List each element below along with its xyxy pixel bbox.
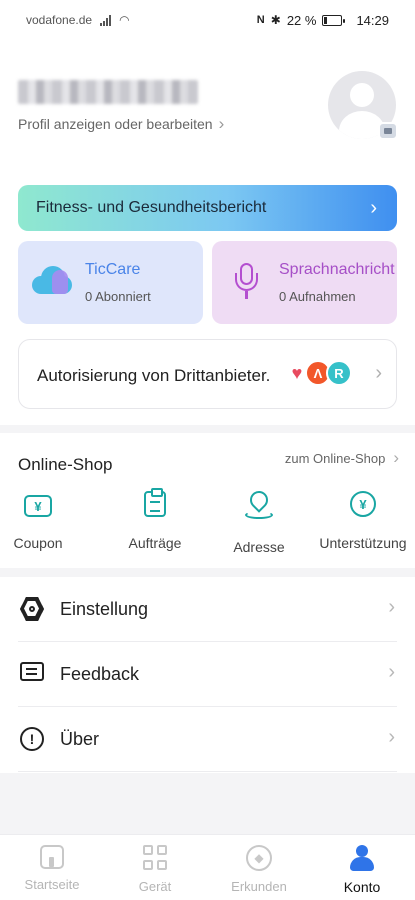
ticcare-card[interactable]: TicCare 0 Abonniert bbox=[18, 241, 203, 324]
online-shop-title: Online-Shop bbox=[18, 455, 113, 474]
profile-header[interactable]: ████████████ Profil anzeigen oder bearbe… bbox=[0, 40, 415, 175]
account-icon bbox=[349, 845, 375, 871]
status-right: N ✱ 22 % 14:29 bbox=[257, 13, 389, 28]
cloud-icon bbox=[32, 266, 72, 296]
coupon-icon: ¥ bbox=[24, 495, 52, 517]
support-icon: ¥ bbox=[350, 491, 376, 517]
list-item-about[interactable]: ! Über › bbox=[18, 707, 397, 772]
clock: 14:29 bbox=[356, 12, 389, 28]
carrier-name: vodafone.de bbox=[26, 13, 93, 27]
device-icon bbox=[143, 845, 167, 871]
nav-label: Erkunden bbox=[231, 879, 287, 894]
fitness-report-label: Fitness- und Gesundheitsbericht bbox=[36, 199, 267, 216]
address-icon bbox=[244, 487, 274, 521]
camera-icon[interactable] bbox=[378, 122, 398, 140]
authorization-label: Autorisierung von Drittanbieter. bbox=[37, 366, 271, 385]
chevron-right-icon: › bbox=[388, 726, 395, 748]
shop-item-coupon[interactable]: ¥ Coupon bbox=[0, 491, 88, 551]
list-item-label: Einstellung bbox=[60, 599, 149, 619]
feedback-icon bbox=[20, 662, 44, 681]
settings-list: Einstellung › Feedback › ! Über › bbox=[0, 577, 415, 773]
battery-percent: 22 % bbox=[286, 12, 317, 28]
voice-message-title: Sprachnachricht bbox=[279, 261, 395, 278]
compass-icon: ◆ bbox=[246, 845, 272, 871]
list-item-feedback[interactable]: Feedback › bbox=[18, 642, 397, 707]
nav-item-device[interactable]: Gerät bbox=[105, 845, 205, 894]
nav-label: Gerät bbox=[138, 879, 172, 894]
chevron-right-icon: › bbox=[388, 661, 395, 683]
nav-item-account[interactable]: Konto bbox=[312, 845, 412, 895]
nav-item-explore[interactable]: ◆ Erkunden bbox=[209, 845, 309, 894]
bluetooth-icon: ✱ bbox=[270, 13, 281, 27]
online-shop-link[interactable]: zum Online-Shop › bbox=[285, 448, 399, 468]
nav-label: Startseite bbox=[24, 877, 80, 892]
chevron-right-icon: › bbox=[388, 596, 395, 618]
nfc-icon: N bbox=[256, 14, 265, 26]
microphone-icon bbox=[234, 263, 260, 303]
signal-icon bbox=[100, 14, 112, 26]
list-item-label: Feedback bbox=[60, 664, 140, 684]
shop-item-label: Coupon bbox=[13, 535, 63, 551]
chevron-right-icon: › bbox=[370, 196, 377, 219]
third-party-authorization[interactable]: Autorisierung von Drittanbieter. ♥ Λ R › bbox=[18, 339, 397, 409]
fitness-report-banner[interactable]: Fitness- und Gesundheitsbericht › bbox=[18, 185, 397, 231]
profile-edit-link[interactable]: Profil anzeigen oder bearbeiten › bbox=[18, 114, 224, 134]
shop-item-label: Aufträge bbox=[128, 535, 182, 551]
shop-item-label: Unterstützung bbox=[319, 535, 407, 551]
online-shop-section: Online-Shop zum Online-Shop › ¥ Coupon A… bbox=[0, 433, 415, 568]
ticcare-subtitle: 0 Abonniert bbox=[85, 289, 151, 304]
relive-icon: R bbox=[326, 360, 352, 386]
orders-icon bbox=[144, 488, 166, 517]
feature-cards: Fitness- und Gesundheitsbericht › TicCar… bbox=[0, 175, 415, 425]
shop-item-support[interactable]: ¥ Unterstützung bbox=[313, 491, 413, 551]
voice-message-subtitle: 0 Aufnahmen bbox=[279, 289, 356, 304]
partner-logos: ♥ Λ R bbox=[284, 360, 352, 386]
profile-edit-label: Profil anzeigen oder bearbeiten bbox=[18, 116, 213, 132]
nav-label: Konto bbox=[343, 879, 381, 895]
shop-item-address[interactable]: Adresse bbox=[209, 487, 309, 555]
wifi-icon: ◠ bbox=[119, 13, 130, 27]
battery-icon bbox=[322, 14, 346, 26]
status-bar: vodafone.de ◠ N ✱ 22 % 14:29 bbox=[0, 0, 415, 40]
chevron-right-icon: › bbox=[393, 448, 399, 467]
list-item-label: Über bbox=[60, 729, 100, 749]
nav-item-home[interactable]: Startseite bbox=[2, 845, 102, 892]
settings-icon-center bbox=[29, 606, 35, 612]
home-icon bbox=[40, 845, 64, 869]
chevron-right-icon: › bbox=[218, 114, 225, 133]
info-icon: ! bbox=[20, 727, 44, 751]
status-left: vodafone.de ◠ bbox=[26, 13, 130, 27]
online-shop-link-label: zum Online-Shop bbox=[284, 450, 386, 466]
chevron-right-icon: › bbox=[375, 362, 382, 384]
bottom-nav: Startseite Gerät ◆ Erkunden Konto bbox=[0, 834, 415, 900]
ticcare-title: TicCare bbox=[85, 261, 141, 278]
shop-item-orders[interactable]: Aufträge bbox=[105, 488, 205, 551]
shop-item-label: Adresse bbox=[233, 539, 285, 555]
username: ████████████ bbox=[18, 80, 198, 104]
list-item-settings[interactable]: Einstellung › bbox=[18, 577, 397, 642]
voice-message-card[interactable]: Sprachnachricht 0 Aufnahmen bbox=[212, 241, 397, 324]
